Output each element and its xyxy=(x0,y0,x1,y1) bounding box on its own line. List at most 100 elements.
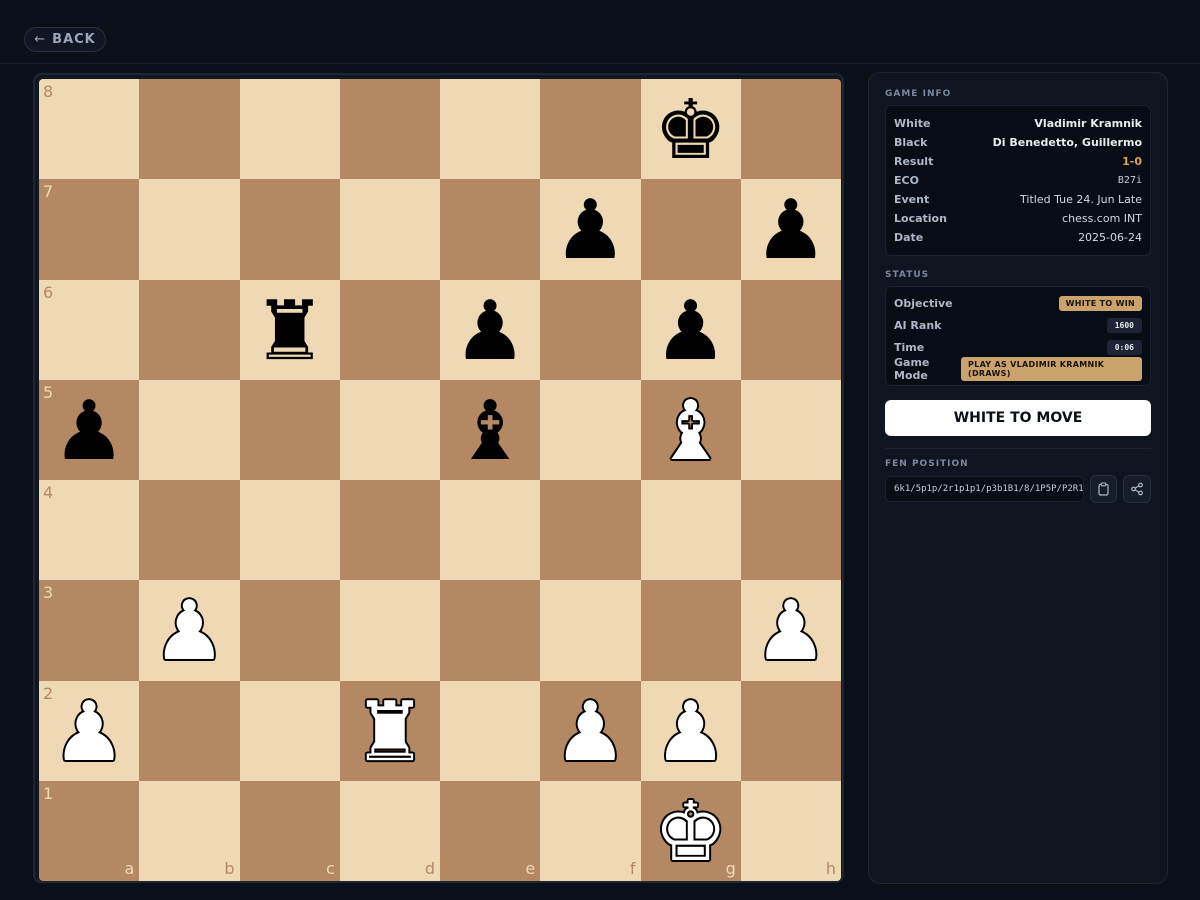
square-b3[interactable]: ♟ xyxy=(139,580,240,681)
file-label: g xyxy=(725,859,736,878)
square-g2[interactable]: ♟ xyxy=(640,680,741,781)
info-label: Location xyxy=(894,212,947,225)
square-a2[interactable]: 2 ♟ xyxy=(39,680,140,781)
white-bishop-icon[interactable]: ♝ xyxy=(654,390,728,473)
square-c5[interactable] xyxy=(239,379,340,480)
square-d4[interactable] xyxy=(339,480,440,581)
square-b4[interactable] xyxy=(139,480,240,581)
square-b7[interactable] xyxy=(139,179,240,280)
square-f8[interactable] xyxy=(540,79,641,180)
square-h1[interactable]: h xyxy=(740,780,841,881)
square-e3[interactable] xyxy=(440,580,541,681)
square-f1[interactable]: f xyxy=(540,780,641,881)
square-a3[interactable]: 3 xyxy=(39,580,140,681)
square-c7[interactable] xyxy=(239,179,340,280)
square-f4[interactable] xyxy=(540,480,641,581)
square-h6[interactable] xyxy=(740,279,841,380)
square-c2[interactable] xyxy=(239,680,340,781)
info-value: Vladimir Kramnik xyxy=(1034,117,1142,130)
info-value: chess.com INT xyxy=(1062,212,1142,225)
rank-label: 1 xyxy=(43,783,54,803)
square-g5[interactable]: ♝ xyxy=(640,379,741,480)
square-h8[interactable] xyxy=(740,79,841,180)
white-pawn-icon[interactable]: ♟ xyxy=(554,691,628,774)
square-b2[interactable] xyxy=(139,680,240,781)
black-rook-icon[interactable]: ♜ xyxy=(253,290,327,373)
square-b5[interactable] xyxy=(139,379,240,480)
square-g7[interactable] xyxy=(640,179,741,280)
square-b8[interactable] xyxy=(139,79,240,180)
status-row: Time 0:06 xyxy=(894,336,1142,358)
square-b1[interactable]: b xyxy=(139,780,240,881)
square-d6[interactable] xyxy=(339,279,440,380)
square-f7[interactable]: ♟ xyxy=(540,179,641,280)
white-pawn-icon[interactable]: ♟ xyxy=(52,691,126,774)
copy-fen-button[interactable] xyxy=(1089,475,1118,503)
square-d1[interactable]: d xyxy=(339,780,440,881)
square-b6[interactable] xyxy=(139,279,240,380)
square-e1[interactable]: e xyxy=(440,780,541,881)
status-badge: PLAY AS VLADIMIR KRAMNIK (DRAWS) xyxy=(961,357,1142,381)
black-king-icon[interactable]: ♚ xyxy=(654,90,728,172)
square-c6[interactable]: ♜ xyxy=(239,279,340,380)
square-h2[interactable] xyxy=(740,680,841,781)
square-a5[interactable]: 5 ♟ xyxy=(39,379,140,480)
square-h5[interactable] xyxy=(740,379,841,480)
black-pawn-icon[interactable]: ♟ xyxy=(453,290,527,373)
turn-button[interactable]: WHITE TO MOVE xyxy=(885,400,1151,436)
black-pawn-icon[interactable]: ♟ xyxy=(52,390,126,473)
square-d3[interactable] xyxy=(339,580,440,681)
square-f3[interactable] xyxy=(540,580,641,681)
square-a1[interactable]: 1a xyxy=(39,780,140,881)
square-c3[interactable] xyxy=(239,580,340,681)
status-title: STATUS xyxy=(885,270,930,280)
info-value: Di Benedetto, Guillermo xyxy=(992,136,1142,149)
square-a4[interactable]: 4 xyxy=(39,480,140,581)
square-h4[interactable] xyxy=(740,480,841,581)
share-button[interactable] xyxy=(1123,475,1151,503)
white-pawn-icon[interactable]: ♟ xyxy=(654,691,728,774)
square-g1[interactable]: g ♚ xyxy=(640,780,741,881)
square-e2[interactable] xyxy=(440,680,541,781)
black-pawn-icon[interactable]: ♟ xyxy=(754,190,828,272)
clipboard-icon xyxy=(1098,482,1109,496)
square-d5[interactable] xyxy=(339,379,440,480)
square-h3[interactable]: ♟ xyxy=(740,580,841,681)
square-d7[interactable] xyxy=(339,179,440,280)
status-badge: WHITE TO WIN xyxy=(1058,295,1142,311)
square-d8[interactable] xyxy=(339,79,440,180)
chess-board[interactable]: 8 ♚ 7 ♟ ♟ 6 ♜ ♟ ♟ 5 ♟ ♝ ♝ 4 3 ♟ ♟ 2 ♟ ♜ ♟ ♟ 1 a b c d e f g ♚ h xyxy=(39,79,841,881)
square-g6[interactable]: ♟ xyxy=(640,279,741,380)
square-c4[interactable] xyxy=(239,480,340,581)
square-g8[interactable]: ♚ xyxy=(640,79,741,180)
square-e5[interactable]: ♝ xyxy=(440,379,541,480)
square-h7[interactable]: ♟ xyxy=(740,179,841,280)
square-a8[interactable]: 8 xyxy=(39,79,140,180)
fen-field[interactable]: 6k1/5p1p/2r1p1p1/p3b1B1/8/1P5P/P2R1PP1/6… xyxy=(885,476,1084,502)
black-pawn-icon[interactable]: ♟ xyxy=(654,290,728,373)
white-king-icon[interactable]: ♚ xyxy=(654,791,728,874)
white-pawn-icon[interactable]: ♟ xyxy=(153,591,227,673)
square-g4[interactable] xyxy=(640,480,741,581)
white-pawn-icon[interactable]: ♟ xyxy=(754,591,828,673)
white-rook-icon[interactable]: ♜ xyxy=(353,691,427,774)
square-c1[interactable]: c xyxy=(239,780,340,881)
square-f2[interactable]: ♟ xyxy=(540,680,641,781)
square-g3[interactable] xyxy=(640,580,741,681)
square-f6[interactable] xyxy=(540,279,641,380)
square-c8[interactable] xyxy=(239,79,340,180)
rank-label: 5 xyxy=(43,382,54,402)
square-e8[interactable] xyxy=(440,79,541,180)
black-pawn-icon[interactable]: ♟ xyxy=(554,190,628,272)
square-a7[interactable]: 7 xyxy=(39,179,140,280)
square-d2[interactable]: ♜ xyxy=(339,680,440,781)
square-e4[interactable] xyxy=(440,480,541,581)
status-badge: 0:06 xyxy=(1106,339,1142,355)
square-e6[interactable]: ♟ xyxy=(440,279,541,380)
square-e7[interactable] xyxy=(440,179,541,280)
black-bishop-icon[interactable]: ♝ xyxy=(453,390,527,473)
info-label: White xyxy=(894,117,931,130)
square-f5[interactable] xyxy=(540,379,641,480)
square-a6[interactable]: 6 xyxy=(39,279,140,380)
back-button[interactable]: ← BACK xyxy=(24,27,106,52)
